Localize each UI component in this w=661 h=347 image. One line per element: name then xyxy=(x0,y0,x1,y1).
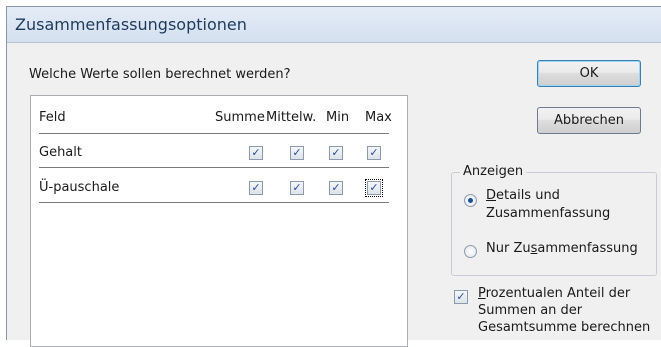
checkbox-ue-pauschale-summe[interactable]: ✓ xyxy=(249,181,263,195)
row-label-ue-pauschale: Ü-pauschale xyxy=(39,180,120,195)
row-divider xyxy=(39,202,389,203)
display-options-group: Anzeigen Details und Zusammenfassung Nur … xyxy=(451,164,657,276)
checkbox-ue-pauschale-min[interactable]: ✓ xyxy=(329,181,343,195)
radio-summary-only-label[interactable]: Nur Zusammenfassung xyxy=(486,241,638,256)
row-divider xyxy=(39,167,389,168)
checkbox-ue-pauschale-mittelw[interactable]: ✓ xyxy=(290,181,304,195)
column-header-min: Min xyxy=(326,110,350,125)
summary-options-dialog: Zusammenfassungsoptionen Welche Werte so… xyxy=(6,6,661,347)
field-list: Feld Summe Mittelw. Min Max Gehalt ✓ ✓ ✓… xyxy=(30,95,408,347)
column-header-max: Max xyxy=(365,110,392,125)
table-row: Ü-pauschale ✓ ✓ ✓ ✓ xyxy=(31,176,407,202)
checkbox-gehalt-max[interactable]: ✓ xyxy=(367,146,381,160)
column-header-summe: Summe xyxy=(215,110,265,125)
checkbox-gehalt-summe[interactable]: ✓ xyxy=(249,146,263,160)
table-row: Gehalt ✓ ✓ ✓ ✓ xyxy=(31,141,407,167)
dialog-title: Zusammenfassungsoptionen xyxy=(15,15,247,34)
column-header-feld: Feld xyxy=(39,110,66,125)
cancel-button[interactable]: Abbrechen xyxy=(537,107,641,134)
column-header-mittelw: Mittelw. xyxy=(266,110,317,125)
checkbox-gehalt-min[interactable]: ✓ xyxy=(329,146,343,160)
checkbox-gehalt-mittelw[interactable]: ✓ xyxy=(290,146,304,160)
prompt-label: Welche Werte sollen berechnet werden? xyxy=(29,67,291,82)
radio-details-and-summary[interactable] xyxy=(464,194,477,207)
table-header: Feld Summe Mittelw. Min Max xyxy=(31,106,407,132)
percent-of-grand-total-label[interactable]: Prozentualen Anteil der Summen an der Gesa… xyxy=(478,285,650,336)
display-options-legend: Anzeigen xyxy=(460,164,527,179)
checkbox-ue-pauschale-max[interactable]: ✓ xyxy=(365,179,383,197)
radio-selected-dot xyxy=(468,198,473,203)
header-divider xyxy=(39,133,389,134)
ok-button[interactable]: OK xyxy=(537,60,641,87)
percent-of-grand-total-checkbox[interactable]: ✓ xyxy=(454,290,468,304)
title-bar: Zusammenfassungsoptionen xyxy=(7,7,661,43)
radio-details-label[interactable]: Details und Zusammenfassung xyxy=(486,187,610,223)
radio-summary-only[interactable] xyxy=(464,245,477,258)
row-label-gehalt: Gehalt xyxy=(39,145,82,160)
